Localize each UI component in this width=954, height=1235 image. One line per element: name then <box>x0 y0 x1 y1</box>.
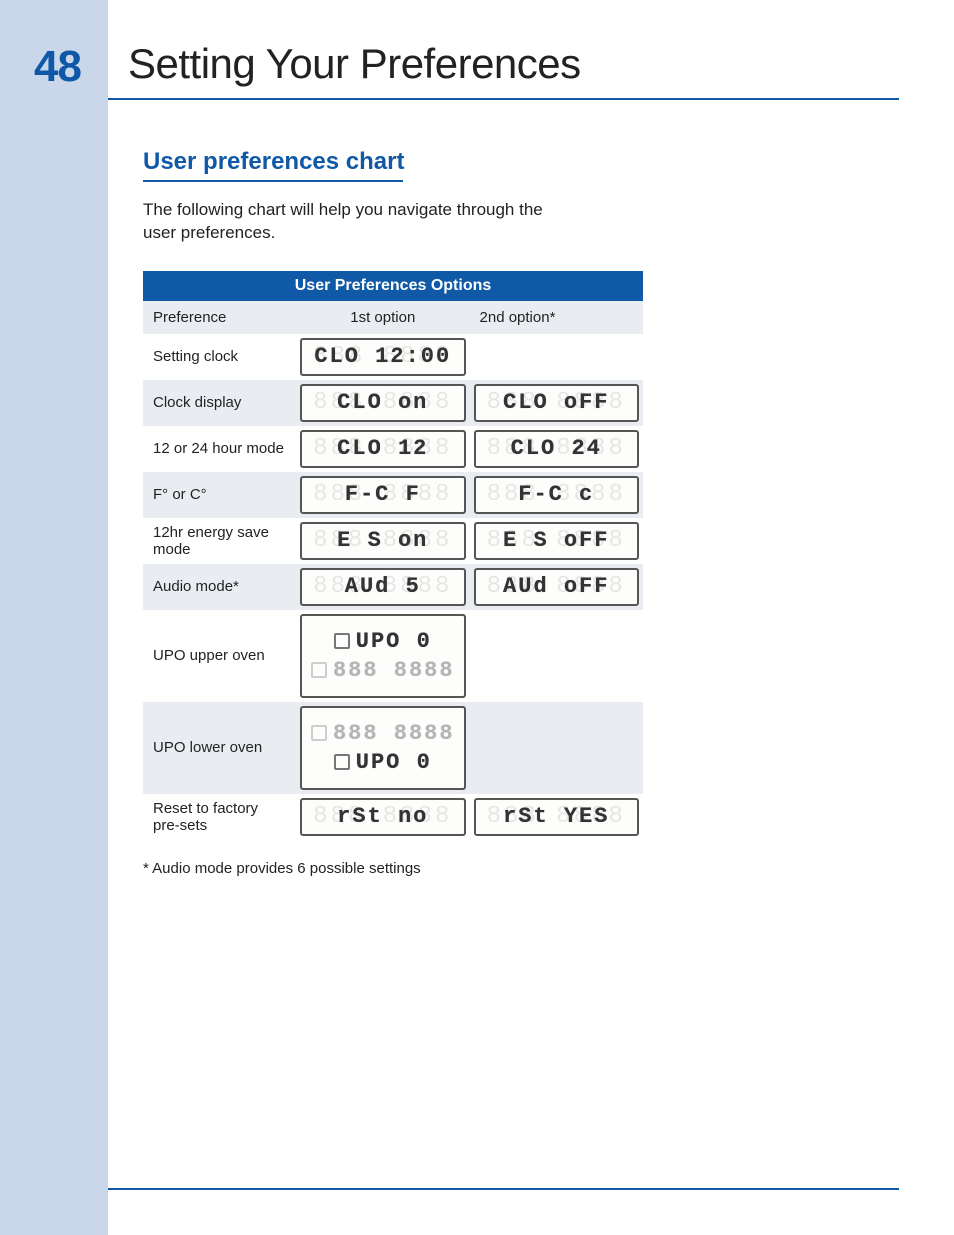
lcd-text: F-C F <box>345 482 421 507</box>
lcd-ghost: 888 8888 <box>333 658 455 683</box>
oven-icon <box>334 633 350 649</box>
lcd-display: 888 8888 AUd 5 <box>300 568 465 606</box>
pref-label: 12hr energy save mode <box>143 518 296 564</box>
lcd-text: rSt YES <box>503 804 609 829</box>
table-row: Clock display 888 8888 CLO on 888 8888 C… <box>143 380 643 426</box>
lcd-display: 888 8888 F-C F <box>300 476 465 514</box>
table-row: Reset to factory pre-sets 888 8888 rSt n… <box>143 794 643 840</box>
lcd-text: UPO 0 <box>356 629 432 654</box>
section-heading: User preferences chart <box>143 148 899 176</box>
footnote: * Audio mode provides 6 possible setting… <box>143 860 899 877</box>
pref-label: Reset to factory pre-sets <box>143 794 296 840</box>
lcd-display: 888 8888 CLO 12:00 <box>300 338 465 376</box>
lcd-text: E S on <box>337 528 428 553</box>
left-margin-band <box>0 0 108 1235</box>
column-header-option2: 2nd option* <box>470 301 643 334</box>
pref-label: UPO upper oven <box>143 610 296 702</box>
footer-rule <box>108 1188 899 1190</box>
lcd-text: CLO 24 <box>511 436 602 461</box>
table-row: UPO upper oven UPO 0 888 8888 <box>143 610 643 702</box>
lcd-text: AUd 5 <box>345 574 421 599</box>
lcd-display-double: 888 8888 UPO 0 <box>300 706 465 790</box>
preferences-table: User Preferences Options Preference 1st … <box>143 271 643 840</box>
table-row: 12 or 24 hour mode 888 8888 CLO 12 888 8… <box>143 426 643 472</box>
table-row: 12hr energy save mode 888 8888 E S on 88… <box>143 518 643 564</box>
intro-paragraph: The following chart will help you naviga… <box>143 199 563 245</box>
lcd-display: 888 8888 AUd oFF <box>474 568 639 606</box>
lcd-text: CLO on <box>337 390 428 415</box>
lcd-display: 888 8888 E S oFF <box>474 522 639 560</box>
pref-label: UPO lower oven <box>143 702 296 794</box>
table-caption: User Preferences Options <box>143 271 643 301</box>
table-row: Setting clock 888 8888 CLO 12:00 <box>143 334 643 380</box>
lcd-display: 888 8888 CLO 24 <box>474 430 639 468</box>
column-header-preference: Preference <box>143 301 296 334</box>
lcd-display: 888 8888 F-C c <box>474 476 639 514</box>
lcd-text: CLO 12:00 <box>314 344 451 369</box>
lcd-display: 888 8888 rSt YES <box>474 798 639 836</box>
lcd-display: 888 8888 CLO 12 <box>300 430 465 468</box>
lcd-display: 888 8888 CLO on <box>300 384 465 422</box>
oven-icon <box>311 725 327 741</box>
title-rule <box>108 98 899 100</box>
page-number: 48 <box>34 42 81 92</box>
lcd-display: 888 8888 E S on <box>300 522 465 560</box>
table-row: Audio mode* 888 8888 AUd 5 888 8888 AUd … <box>143 564 643 610</box>
lcd-display: 888 8888 rSt no <box>300 798 465 836</box>
lcd-text: rSt no <box>337 804 428 829</box>
column-header-option1: 1st option <box>296 301 469 334</box>
lcd-text: E S oFF <box>503 528 609 553</box>
pref-label: 12 or 24 hour mode <box>143 426 296 472</box>
section-heading-rule <box>143 180 403 182</box>
oven-icon <box>311 662 327 678</box>
pref-label: F° or C° <box>143 472 296 518</box>
table-row: F° or C° 888 8888 F-C F 888 8888 F-C c <box>143 472 643 518</box>
lcd-text: F-C c <box>518 482 594 507</box>
table-row: UPO lower oven 888 8888 UPO 0 <box>143 702 643 794</box>
lcd-text: AUd oFF <box>503 574 609 599</box>
pref-label: Clock display <box>143 380 296 426</box>
pref-label: Setting clock <box>143 334 296 380</box>
lcd-display: 888 8888 CLO oFF <box>474 384 639 422</box>
lcd-ghost: 888 8888 <box>333 721 455 746</box>
oven-icon <box>334 754 350 770</box>
page-title: Setting Your Preferences <box>128 40 581 88</box>
lcd-display-double: UPO 0 888 8888 <box>300 614 465 698</box>
lcd-text: UPO 0 <box>356 750 432 775</box>
lcd-text: CLO 12 <box>337 436 428 461</box>
pref-label: Audio mode* <box>143 564 296 610</box>
lcd-text: CLO oFF <box>503 390 609 415</box>
